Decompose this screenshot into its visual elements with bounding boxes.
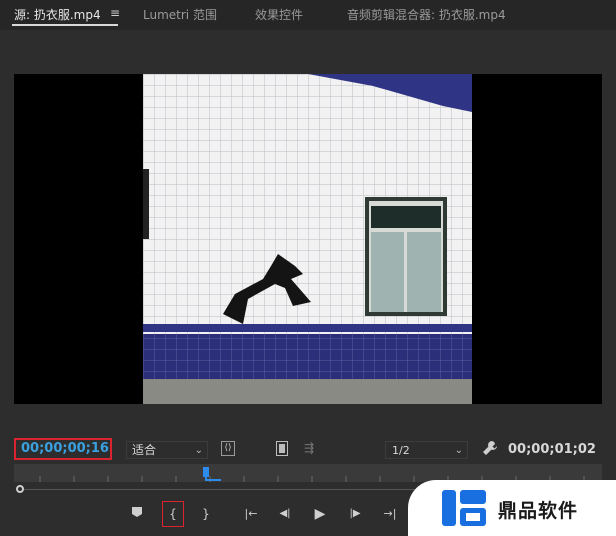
chevron-down-icon: ⌄ <box>454 445 463 456</box>
wrench-icon[interactable] <box>482 440 498 456</box>
mark-in-button[interactable]: { <box>164 506 182 522</box>
tab-bar: 源: 扔衣服.mp4 ≡ Lumetri 范围 效果控件 音频剪辑混合器: 扔衣… <box>0 0 616 30</box>
watermark-logo-icon <box>442 490 486 526</box>
tab-source[interactable]: 源: 扔衣服.mp4 <box>14 6 101 23</box>
export-frame-icon[interactable]: ⟨⟩ <box>221 441 235 456</box>
watermark-text: 鼎品软件 <box>498 500 579 522</box>
add-marker-button[interactable] <box>128 506 146 522</box>
play-icon: ▶ <box>314 506 326 522</box>
tab-lumetri-scopes[interactable]: Lumetri 范围 <box>143 6 217 23</box>
marker-icon <box>132 507 142 517</box>
zoom-select-value: 适合 <box>132 443 157 457</box>
mark-in-icon: { <box>169 507 177 521</box>
duration-timecode: 00;00;01;02 <box>508 442 596 457</box>
mark-out-icon: } <box>202 507 210 521</box>
settings-link-icon[interactable]: ⇶ <box>300 441 318 456</box>
video-frame <box>143 74 472 404</box>
go-to-in-button[interactable]: |← <box>241 506 261 522</box>
chevron-down-icon: ⌄ <box>194 445 203 456</box>
source-monitor-panel: 源: 扔衣服.mp4 ≡ Lumetri 范围 效果控件 音频剪辑混合器: 扔衣… <box>0 0 616 536</box>
go-to-out-button[interactable]: →| <box>380 506 400 522</box>
step-back-icon: ◀| <box>279 508 291 519</box>
tab-audio-clip-mixer[interactable]: 音频剪辑混合器: 扔衣服.mp4 <box>347 6 506 23</box>
step-forward-icon: |▶ <box>349 508 361 519</box>
playback-resolution-value: 1/2 <box>392 444 410 457</box>
play-button[interactable]: ▶ <box>311 506 329 522</box>
tab-effect-controls[interactable]: 效果控件 <box>255 6 303 23</box>
step-forward-button[interactable]: |▶ <box>346 506 364 522</box>
playhead[interactable] <box>203 467 221 481</box>
zoom-scroll-handle[interactable] <box>16 485 24 493</box>
playback-resolution-select[interactable]: 1/2 ⌄ <box>385 441 468 459</box>
current-timecode[interactable]: 00;00;00;16 <box>14 438 112 460</box>
go-to-in-icon: |← <box>244 507 258 520</box>
active-tab-underline <box>12 24 118 26</box>
step-back-button[interactable]: ◀| <box>276 506 294 522</box>
zoom-select[interactable]: 适合 ⌄ <box>126 441 208 459</box>
film-icon[interactable] <box>276 441 288 456</box>
panel-menu-icon[interactable]: ≡ <box>110 6 120 20</box>
mark-out-button[interactable]: } <box>197 506 215 522</box>
go-to-out-icon: →| <box>383 507 397 520</box>
